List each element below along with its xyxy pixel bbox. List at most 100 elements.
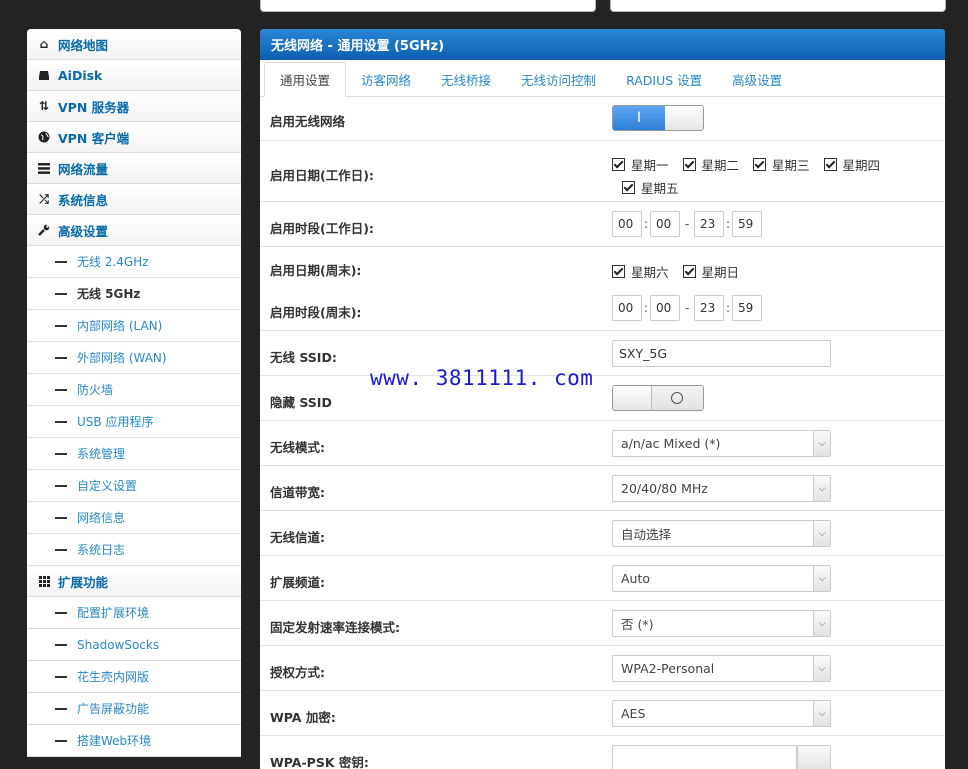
wpa-encryption-select[interactable]: AES ⌵ <box>612 700 831 727</box>
channel-select[interactable]: 自动选择 ⌵ <box>612 520 831 547</box>
sidebar-sub-web[interactable]: 搭建Web环境 <box>27 725 241 757</box>
enable-wireless-toggle[interactable]: I <box>612 105 704 131</box>
dash-icon <box>55 292 67 295</box>
tab-access-control[interactable]: 无线访问控制 <box>506 62 611 96</box>
row-ext-channel: 扩展频道: Auto ⌵ <box>260 556 945 601</box>
checkbox-tue[interactable]: 星期二 <box>682 155 739 174</box>
dash-icon <box>55 675 67 678</box>
chevron-down-icon: ⌵ <box>813 656 830 681</box>
sidebar-sub-custom[interactable]: 自定义设置 <box>27 470 241 502</box>
sidebar-item-traffic[interactable]: 网络流量 <box>27 153 241 184</box>
row-ssid: 无线 SSID: SXY_5G <box>260 331 945 376</box>
weekend-end-hour[interactable]: 23 <box>694 295 724 321</box>
sidebar: ⌂ 网络地图 AiDisk ⇅ VPN 服务器 VPN 客户端 网络流量 ⤮ 系统信息… <box>27 29 241 757</box>
tab-general[interactable]: 通用设置 <box>264 62 347 97</box>
wpa-psk-input[interactable] <box>612 745 797 769</box>
sidebar-sub-oray[interactable]: 花生壳内网版 <box>27 661 241 693</box>
row-wpa-psk: WPA-PSK 密钥: <box>260 736 945 769</box>
row-enable-wireless: 启用无线网络 I <box>260 97 945 141</box>
weekday-start-hour[interactable]: 00 <box>612 211 642 237</box>
sidebar-item-vpn-server[interactable]: ⇅ VPN 服务器 <box>27 91 241 122</box>
row-weekday-days: 启用日期(工作日): 星期一 星期二 星期三 星期四 星期五 <box>260 141 945 202</box>
sidebar-sub-wifi-24[interactable]: 无线 2.4GHz <box>27 246 241 278</box>
sidebar-sub-ext-env[interactable]: 配置扩展环境 <box>27 597 241 629</box>
weekend-start-minute[interactable]: 00 <box>650 295 680 321</box>
weekday-start-minute[interactable]: 00 <box>650 211 680 237</box>
checkbox-sat[interactable]: 星期六 <box>612 262 669 281</box>
checkbox-mon[interactable]: 星期一 <box>612 155 669 174</box>
dash-icon <box>55 643 67 646</box>
chevron-down-icon: ⌵ <box>813 431 830 456</box>
tab-advanced[interactable]: 高级设置 <box>717 62 797 96</box>
tab-bar: 通用设置 访客网络 无线桥接 无线访问控制 RADIUS 设置 高级设置 <box>260 60 945 97</box>
sidebar-sub-admin[interactable]: 系统管理 <box>27 438 241 470</box>
sidebar-sub-shadowsocks[interactable]: ShadowSocks <box>27 629 241 661</box>
chevron-down-icon: ⌵ <box>813 521 830 546</box>
top-panel-left <box>260 0 596 12</box>
row-wpa-encryption: WPA 加密: AES ⌵ <box>260 691 945 736</box>
tab-guest[interactable]: 访客网络 <box>346 62 426 96</box>
checkbox-icon <box>823 158 837 171</box>
checkbox-fri[interactable]: 星期五 <box>622 178 679 197</box>
fixed-rate-select[interactable]: 否 (*) ⌵ <box>612 610 831 637</box>
sidebar-item-network-map[interactable]: ⌂ 网络地图 <box>27 29 241 60</box>
sidebar-item-aidisk[interactable]: AiDisk <box>27 60 241 91</box>
show-password-button[interactable] <box>797 745 831 769</box>
sidebar-sub-adblock[interactable]: 广告屏蔽功能 <box>27 693 241 725</box>
checkbox-icon <box>753 158 767 171</box>
list-icon <box>37 161 51 175</box>
checkbox-wed[interactable]: 星期三 <box>753 155 810 174</box>
sidebar-sub-lan[interactable]: 内部网络 (LAN) <box>27 310 241 342</box>
sidebar-sub-firewall[interactable]: 防火墙 <box>27 374 241 406</box>
row-fixed-rate: 固定发射速率连接模式: 否 (*) ⌵ <box>260 601 945 646</box>
sidebar-item-system-info[interactable]: ⤮ 系统信息 <box>27 184 241 215</box>
weekend-start-hour[interactable]: 00 <box>612 295 642 321</box>
shuffle-icon: ⤮ <box>39 191 49 206</box>
row-weekend-time: 启用时段(周末): 00:00-23:59 <box>260 286 945 331</box>
checkbox-icon <box>622 181 635 194</box>
chevron-down-icon: ⌵ <box>813 701 830 726</box>
dash-icon <box>55 548 67 551</box>
weekday-end-minute[interactable]: 59 <box>732 211 762 237</box>
watermark: www. 3811111. com <box>370 366 594 390</box>
dash-icon <box>55 420 67 423</box>
sidebar-sub-netinfo[interactable]: 网络信息 <box>27 502 241 534</box>
chevron-down-icon: ⌵ <box>813 566 830 591</box>
tab-radius[interactable]: RADIUS 设置 <box>611 62 717 96</box>
chevron-down-icon: ⌵ <box>813 476 830 501</box>
tab-bridge[interactable]: 无线桥接 <box>426 62 506 96</box>
weekday-end-hour[interactable]: 23 <box>694 211 724 237</box>
auth-select[interactable]: WPA2-Personal ⌵ <box>612 655 831 682</box>
bandwidth-select[interactable]: 20/40/80 MHz ⌵ <box>612 475 831 502</box>
toggle-off-icon <box>671 392 684 404</box>
dash-icon <box>55 707 67 710</box>
chevron-down-icon: ⌵ <box>813 611 830 636</box>
row-bandwidth: 信道带宽: 20/40/80 MHz ⌵ <box>260 466 945 511</box>
sidebar-item-vpn-client[interactable]: VPN 客户端 <box>27 122 241 153</box>
sidebar-item-advanced[interactable]: 高级设置 <box>27 215 241 246</box>
top-panel-right <box>610 0 946 12</box>
row-wireless-mode: 无线模式: a/n/ac Mixed (*) ⌵ <box>260 421 945 466</box>
dash-icon <box>55 516 67 519</box>
row-weekend-days: 启用日期(周末): 星期六 星期日 <box>270 262 740 281</box>
ext-channel-select[interactable]: Auto ⌵ <box>612 565 831 592</box>
globe-icon <box>37 130 51 144</box>
dash-icon <box>55 611 67 614</box>
sidebar-sub-syslog[interactable]: 系统日志 <box>27 534 241 566</box>
sidebar-sub-usb[interactable]: USB 应用程序 <box>27 406 241 438</box>
row-channel: 无线信道: 自动选择 ⌵ <box>260 511 945 556</box>
sidebar-sub-wifi-5[interactable]: 无线 5GHz <box>27 278 241 310</box>
checkbox-thu[interactable]: 星期四 <box>823 155 880 174</box>
wrench-icon <box>37 223 51 237</box>
ssid-input[interactable]: SXY_5G <box>612 340 831 367</box>
main-panel: 无线网络 - 通用设置 (5GHz) 通用设置 访客网络 无线桥接 无线访问控制… <box>260 29 945 769</box>
checkbox-sun[interactable]: 星期日 <box>682 262 739 281</box>
home-icon: ⌂ <box>39 37 49 51</box>
grid-icon <box>37 574 51 588</box>
panel-title: 无线网络 - 通用设置 (5GHz) <box>260 29 945 60</box>
sidebar-item-extensions[interactable]: 扩展功能 <box>27 566 241 597</box>
sidebar-sub-wan[interactable]: 外部网络 (WAN) <box>27 342 241 374</box>
wireless-mode-select[interactable]: a/n/ac Mixed (*) ⌵ <box>612 430 831 457</box>
weekend-end-minute[interactable]: 59 <box>732 295 762 321</box>
hide-ssid-toggle[interactable] <box>612 385 704 411</box>
